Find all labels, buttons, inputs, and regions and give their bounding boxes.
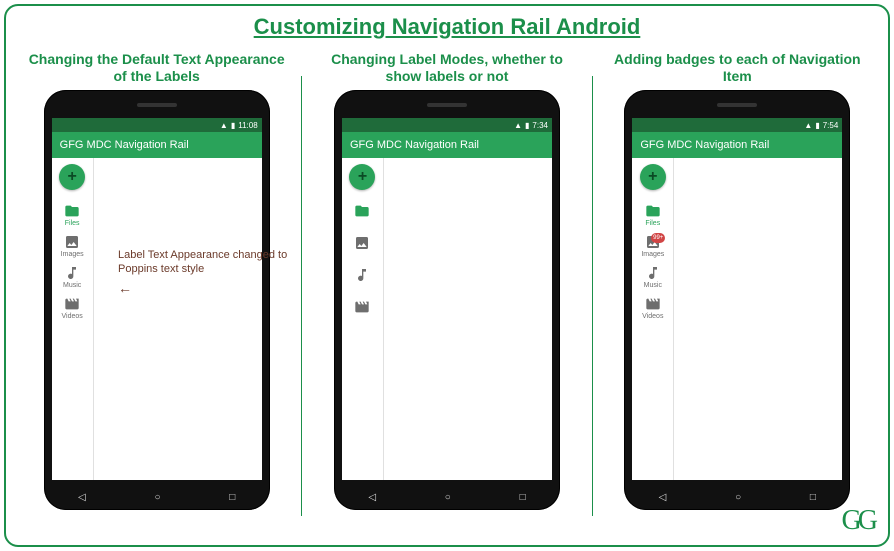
rail-item-music[interactable]: Music: [52, 266, 93, 289]
music-icon: [63, 266, 81, 280]
rail-label: Music: [63, 282, 81, 289]
battery-icon: ▮: [815, 121, 819, 130]
app-bar: GFG MDC Navigation Rail: [52, 132, 262, 158]
phone-mockup: ▲ ▮ 7:54 GFG MDC Navigation Rail +: [624, 90, 850, 510]
status-time: 7:54: [823, 121, 839, 130]
music-icon: [353, 268, 371, 282]
phone-nav-buttons: ◁ ○ □: [334, 492, 560, 503]
folder-icon: [63, 204, 81, 218]
app-bar: GFG MDC Navigation Rail: [342, 132, 552, 158]
rail-item-music[interactable]: Music: [342, 268, 383, 282]
recents-button[interactable]: □: [520, 492, 526, 503]
back-button[interactable]: ◁: [659, 492, 667, 503]
image-icon: [353, 236, 371, 250]
folder-icon: [353, 204, 371, 218]
rail-label: Files: [65, 220, 80, 227]
phone-speaker: [137, 103, 177, 107]
phone-nav-buttons: ◁ ○ □: [44, 492, 270, 503]
navigation-rail: + Files Images: [52, 158, 94, 480]
status-bar: ▲ ▮ 7:34: [342, 118, 552, 132]
workspace: + Files Images: [342, 158, 552, 480]
status-bar: ▲ ▮ 11:08: [52, 118, 262, 132]
fab-button[interactable]: +: [59, 164, 85, 190]
signal-icon: ▲: [804, 121, 812, 130]
app-title: GFG MDC Navigation Rail: [60, 139, 189, 151]
columns-row: Changing the Default Text Appearance of …: [18, 46, 876, 526]
diagram-frame: Customizing Navigation Rail Android Chan…: [4, 4, 890, 547]
fab-button[interactable]: +: [349, 164, 375, 190]
image-icon: [63, 235, 81, 249]
status-bar: ▲ ▮ 7:54: [632, 118, 842, 132]
rail-item-videos[interactable]: Videos: [52, 297, 93, 320]
video-icon: [353, 300, 371, 314]
rail-label: Images: [61, 251, 84, 258]
workspace: + Files 99+ Images: [632, 158, 842, 480]
back-button[interactable]: ◁: [368, 492, 376, 503]
recents-button[interactable]: □: [229, 492, 235, 503]
app-title: GFG MDC Navigation Rail: [350, 139, 479, 151]
rail-label: Music: [644, 282, 662, 289]
rail-label: Videos: [642, 313, 663, 320]
column-badges: Adding badges to each of Navigation Item…: [599, 46, 876, 526]
caption: Changing Label Modes, whether to show la…: [308, 46, 585, 90]
plus-icon: +: [67, 168, 76, 186]
annotation-text: Label Text Appearance changed to Poppins…: [118, 249, 287, 275]
rail-item-videos[interactable]: Videos: [342, 300, 383, 314]
phone-screen: ▲ ▮ 7:54 GFG MDC Navigation Rail +: [632, 118, 842, 480]
column-separator: [592, 76, 593, 516]
home-button[interactable]: ○: [154, 492, 160, 503]
home-button[interactable]: ○: [735, 492, 741, 503]
status-time: 7:34: [532, 121, 548, 130]
rail-label: Videos: [62, 313, 83, 320]
music-icon: [644, 266, 662, 280]
diagram-title: Customizing Navigation Rail Android: [18, 14, 876, 40]
phone-screen: ▲ ▮ 7:34 GFG MDC Navigation Rail +: [342, 118, 552, 480]
gfg-logo: GG: [842, 505, 874, 537]
workspace: + Files Images: [52, 158, 262, 480]
phone-nav-buttons: ◁ ○ □: [624, 492, 850, 503]
signal-icon: ▲: [220, 121, 228, 130]
caption: Changing the Default Text Appearance of …: [18, 46, 295, 90]
rail-item-images[interactable]: Images: [52, 235, 93, 258]
column-text-appearance: Changing the Default Text Appearance of …: [18, 46, 295, 526]
arrow-icon: ←: [118, 279, 132, 297]
navigation-rail: + Files Images: [342, 158, 384, 480]
column-label-modes: Changing Label Modes, whether to show la…: [308, 46, 585, 526]
plus-icon: +: [358, 168, 367, 186]
rail-label: Images: [641, 251, 664, 258]
rail-item-files[interactable]: Files: [632, 204, 673, 227]
phone-speaker: [717, 103, 757, 107]
navigation-rail: + Files 99+ Images: [632, 158, 674, 480]
rail-item-files[interactable]: Files: [52, 204, 93, 227]
caption: Adding badges to each of Navigation Item: [599, 46, 876, 90]
recents-button[interactable]: □: [810, 492, 816, 503]
back-button[interactable]: ◁: [78, 492, 86, 503]
home-button[interactable]: ○: [445, 492, 451, 503]
video-icon: [63, 297, 81, 311]
rail-item-music[interactable]: Music: [632, 266, 673, 289]
badge: 99+: [651, 233, 665, 243]
rail-item-videos[interactable]: Videos: [632, 297, 673, 320]
phone-mockup: ▲ ▮ 11:08 GFG MDC Navigation Rail +: [44, 90, 270, 510]
battery-icon: ▮: [231, 121, 235, 130]
signal-icon: ▲: [514, 121, 522, 130]
status-time: 11:08: [238, 121, 257, 130]
battery-icon: ▮: [525, 121, 529, 130]
app-title: GFG MDC Navigation Rail: [640, 139, 769, 151]
annotation: Label Text Appearance changed to Poppins…: [118, 248, 288, 297]
folder-icon: [644, 204, 662, 218]
rail-item-images[interactable]: 99+ Images: [632, 235, 673, 258]
plus-icon: +: [648, 168, 657, 186]
phone-mockup: ▲ ▮ 7:34 GFG MDC Navigation Rail +: [334, 90, 560, 510]
app-bar: GFG MDC Navigation Rail: [632, 132, 842, 158]
rail-item-files[interactable]: Files: [342, 204, 383, 218]
phone-screen: ▲ ▮ 11:08 GFG MDC Navigation Rail +: [52, 118, 262, 480]
rail-label: Files: [645, 220, 660, 227]
rail-item-images[interactable]: Images: [342, 236, 383, 250]
phone-speaker: [427, 103, 467, 107]
column-separator: [301, 76, 302, 516]
video-icon: [644, 297, 662, 311]
fab-button[interactable]: +: [640, 164, 666, 190]
